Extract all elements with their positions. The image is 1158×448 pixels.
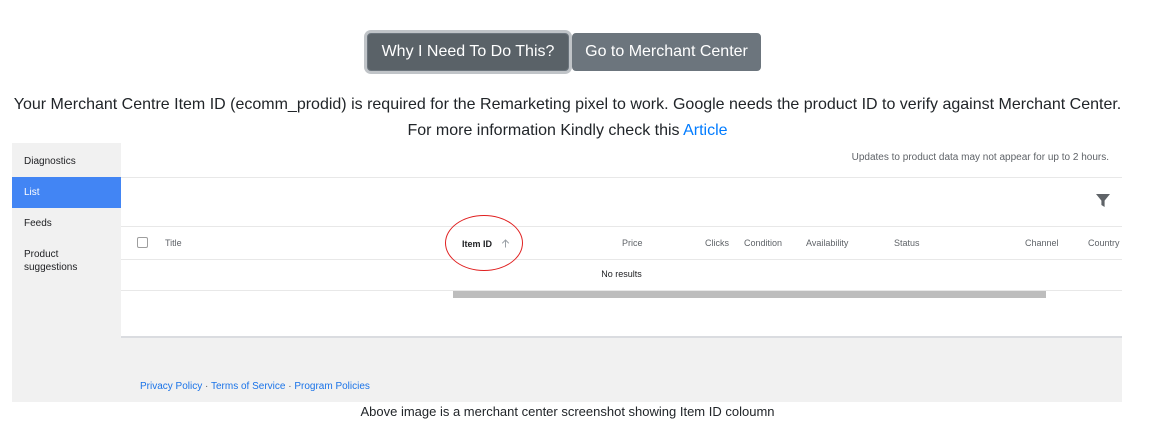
column-header-status[interactable]: Status	[894, 238, 920, 248]
go-to-merchant-center-button[interactable]: Go to Merchant Center	[572, 33, 761, 71]
article-link[interactable]: Article	[683, 122, 727, 139]
column-header-availability[interactable]: Availability	[806, 238, 848, 248]
footer-links: Privacy Policy · Terms of Service · Prog…	[140, 381, 370, 392]
main-panel: Updates to product data may not appear f…	[121, 143, 1122, 402]
info-more: For more information Kindly check this A…	[0, 122, 1135, 140]
sidebar-item-product-suggestions[interactable]: Product suggestions	[12, 248, 92, 274]
divider	[121, 226, 1122, 227]
horizontal-scrollbar[interactable]	[453, 291, 1046, 298]
select-all-checkbox[interactable]	[137, 237, 148, 248]
column-header-price[interactable]: Price	[622, 238, 643, 248]
terms-of-service-link[interactable]: Terms of Service	[211, 381, 285, 392]
privacy-policy-link[interactable]: Privacy Policy	[140, 381, 202, 392]
column-header-clicks[interactable]: Clicks	[705, 238, 729, 248]
program-policies-link[interactable]: Program Policies	[294, 381, 370, 392]
why-button[interactable]: Why I Need To Do This?	[367, 33, 569, 71]
item-id-highlight-circle	[445, 215, 523, 271]
no-results-text: No results	[601, 269, 642, 279]
divider	[121, 177, 1122, 178]
sidebar-item-list[interactable]: List	[12, 177, 121, 208]
info-more-text: For more information Kindly check this	[407, 122, 680, 139]
column-header-title[interactable]: Title	[165, 238, 182, 248]
image-caption: Above image is a merchant center screens…	[360, 404, 775, 419]
sidebar: Diagnostics List Feeds Product suggestio…	[12, 143, 121, 402]
sidebar-item-list-label: List	[24, 187, 40, 198]
divider	[121, 259, 1122, 260]
filter-icon[interactable]	[1096, 194, 1110, 208]
footer-separator: ·	[202, 381, 211, 392]
footer-separator: ·	[285, 381, 295, 392]
column-header-condition[interactable]: Condition	[744, 238, 782, 248]
update-notice: Updates to product data may not appear f…	[851, 152, 1109, 163]
footer: Privacy Policy · Terms of Service · Prog…	[121, 336, 1122, 402]
sidebar-item-feeds[interactable]: Feeds	[12, 217, 121, 230]
sidebar-item-diagnostics[interactable]: Diagnostics	[12, 155, 121, 168]
info-text: Your Merchant Centre Item ID (ecomm_prod…	[13, 96, 1122, 113]
merchant-center-screenshot: Diagnostics List Feeds Product suggestio…	[12, 143, 1122, 402]
column-header-channel[interactable]: Channel	[1025, 238, 1059, 248]
column-header-country[interactable]: Country	[1088, 238, 1120, 248]
